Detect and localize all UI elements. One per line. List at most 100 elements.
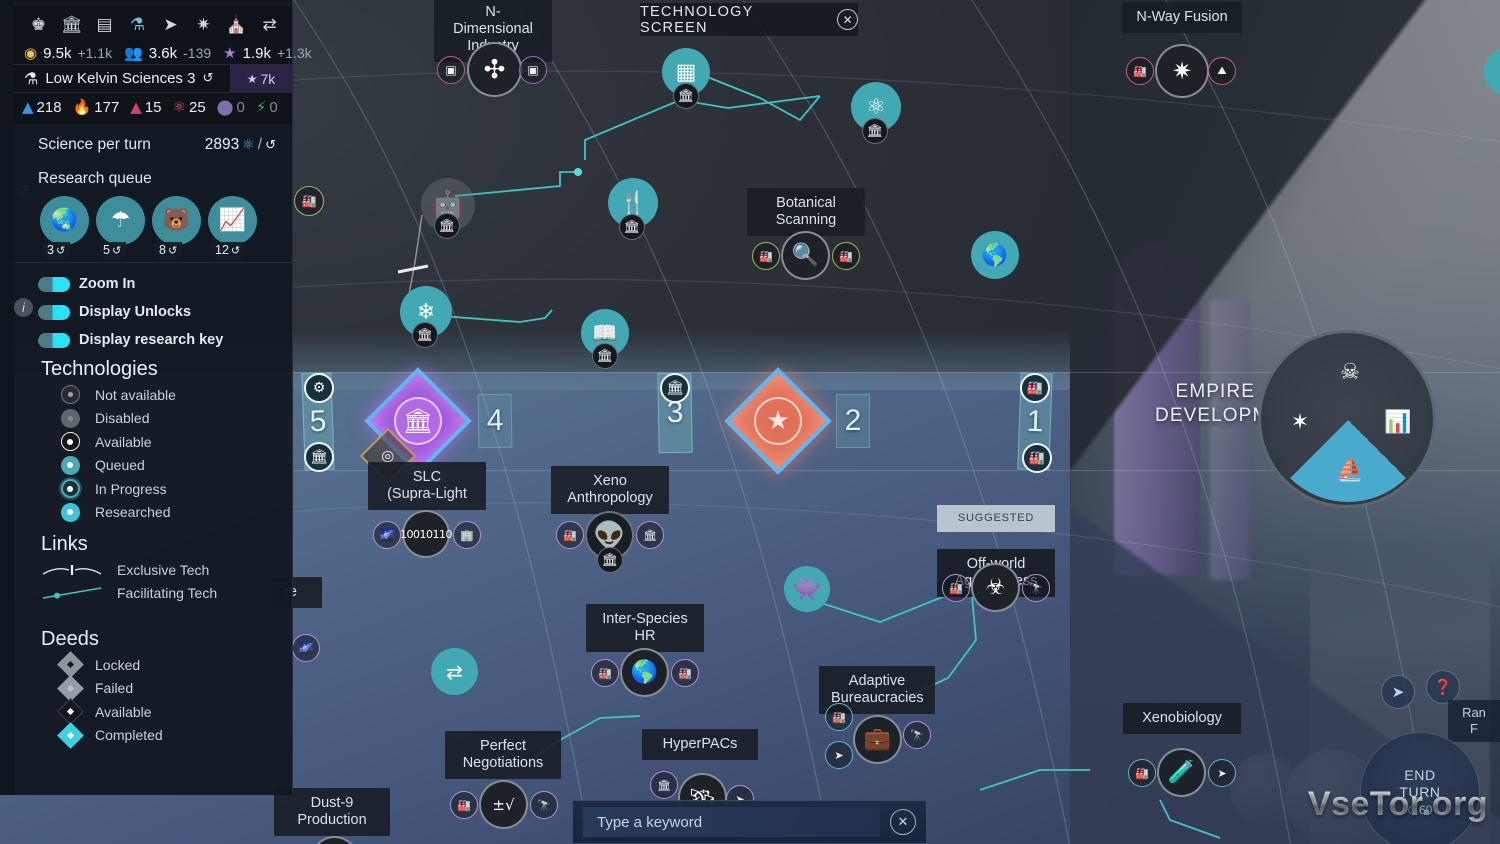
facilitating-link-icon [41,586,103,600]
adamantian-icon: ▲ [130,98,142,116]
unlock-icon[interactable]: 🏢 [453,521,481,549]
military-icon[interactable]: ➤ [154,10,187,40]
empire-development-wheel[interactable]: ☠ ✶ 📊 ⛵ [1258,330,1436,508]
search-input[interactable]: Type a keyword [583,807,880,837]
tech-node-icon[interactable]: 👾 [784,566,830,612]
unlock-icon[interactable]: 🏭 [942,574,970,602]
economy-icon[interactable]: ▤ [88,10,121,40]
science-wheel-icon[interactable]: ✶ [1283,405,1317,439]
toggle-label: Zoom In [79,276,136,292]
toggle-zoom-in[interactable]: Zoom In [38,270,223,298]
unlock-icon[interactable]: ⛰ [1208,57,1236,85]
research-icon[interactable]: ⚗ [121,10,154,40]
tech-node-icon[interactable]: ±√ [479,780,528,829]
adamantian-value: 15 [144,98,162,116]
close-icon[interactable]: ✕ [837,9,858,30]
toggle-display-research-key[interactable]: Display research key [38,326,223,354]
unlock-icon[interactable]: ➤ [825,741,853,769]
tech-node-label: N-Way Fusion [1122,2,1242,33]
tech-node-icon[interactable]: 🔍 [781,231,830,280]
unlock-icon[interactable]: ▣ [519,56,547,84]
influence-value: 1.9k [242,44,271,62]
unlock-icon[interactable]: 🏛 [636,521,664,549]
diplomacy-icon[interactable]: ⇄ [253,10,286,40]
unlock-icon[interactable]: 🌌 [373,521,401,549]
quest-icon[interactable]: ✷ [187,10,220,40]
strategic-resources: ▲ 218 🔥 177 ▲ 15 ⚛ 25 ⬤ 0 ⚡ 0 [14,93,292,119]
tech-node-icon[interactable]: ✣ [467,42,522,97]
unlock-icon[interactable]: 🔭 [530,791,558,819]
unlock-icon[interactable]: 🏛 [650,771,678,799]
research-queue-item[interactable]: 📈 12 ↺ [208,196,257,258]
tech-node-icon[interactable]: 🌎 [620,648,669,697]
pillar-badge-icon: 🏛 [862,118,888,144]
unlock-icon[interactable]: 🔭 [903,721,931,749]
resource-bar: ♚ 🏛 ▤ ⚗ ➤ ✷ ⛪ ⇄ ◉ 9.5k +1.1k 👥 3.6k -139… [14,6,312,124]
bank-icon: 🏛 [304,442,334,472]
government-icon[interactable]: 🏛 [55,10,88,40]
side-panel-label: Ran F [1448,700,1500,742]
watermark: VseTor.org [1307,785,1488,823]
unlock-icon[interactable]: 🏭 [671,659,699,687]
queue-turns-badge: 3 ↺ [42,242,71,258]
toggle-switch[interactable] [38,304,70,320]
military-wheel-icon[interactable]: ☠ [1333,355,1367,389]
tech-node-label: HyperPACs [642,729,758,760]
titanium-icon: ▲ [22,98,34,116]
economy-wheel-icon[interactable]: 📊 [1381,405,1415,439]
tech-node-icon[interactable]: ☣ [971,563,1020,612]
tech-node-icon[interactable]: ⇄ [431,648,478,695]
tech-node-icon[interactable]: 🌎 [971,231,1019,279]
legend-item-deed-locked: Locked [41,651,291,679]
quest-marker-icon[interactable]: ❓ [1426,670,1460,704]
unlock-icon[interactable]: 🏭 [832,242,860,270]
titanium-value: 218 [36,98,62,116]
expansion-wheel-icon[interactable]: ⛵ [1333,453,1367,487]
research-queue-item[interactable]: ☂ 5 ↺ [96,196,145,258]
unlock-icon[interactable]: 🏭 [825,703,853,731]
current-research-row[interactable]: ⚗ Low Kelvin Sciences 3 ↺ ★ 7k [14,64,292,93]
search-bar[interactable]: Type a keyword ✕ [572,800,927,844]
toggle-display-unlocks[interactable]: Display Unlocks [38,298,223,326]
research-queue-item[interactable]: 🌏 3 ↺ [40,196,89,258]
unlock-icon[interactable]: 🔭 [1022,574,1050,602]
unlock-icon[interactable]: ▣ [437,56,465,84]
tech-node-icon[interactable]: ✷ [1155,44,1209,98]
industry-chart-icon: 📈 [208,196,257,245]
display-toggles: Zoom In Display Unlocks Display research… [38,270,223,354]
dust-icon: ◉ [24,44,38,62]
technology-screen-header: TECHNOLOGY SCREEN ✕ [640,3,858,36]
unlock-icon[interactable]: 🏭 [752,242,780,270]
queue-turns-badge: 12 ↺ [210,242,246,258]
unlock-icon[interactable]: 🏭 [556,521,584,549]
empire-icon[interactable]: ♚ [22,10,55,40]
tech-node-icon[interactable]: 🧪 [1157,748,1206,797]
research-queue-item[interactable]: 🐻 8 ↺ [152,196,201,258]
unlock-icon[interactable]: 🏭 [1126,57,1154,85]
clear-search-icon[interactable]: ✕ [890,809,916,835]
tech-node-label: SLC (Supra-Light [368,462,486,510]
legend-item-exclusive-tech: Exclusive Tech [41,558,291,582]
tech-node-label: Xenobiology [1123,703,1241,734]
influence-delta: +1.3k [276,45,312,61]
ship-icon[interactable]: ➤ [1381,675,1415,709]
unlock-icon[interactable]: ➤ [1208,759,1236,787]
era-band-label: 1 [1026,404,1044,438]
victory-icon[interactable]: ⛪ [220,10,253,40]
unlock-icon[interactable]: 🏭 [294,186,324,216]
tech-node-icon[interactable]: 💼 [853,715,902,764]
info-icon[interactable]: i [14,298,33,317]
toggle-label: Display research key [79,332,224,348]
unlock-icon[interactable]: 🏭 [591,659,619,687]
toggle-switch[interactable] [38,332,70,348]
dust-value: 9.5k [43,44,72,62]
toggle-switch[interactable] [38,276,70,292]
pillar-badge-icon: 🏛 [673,83,699,109]
unlock-icon[interactable]: 🌌 [292,634,320,662]
page-title: TECHNOLOGY SCREEN [640,3,754,36]
tech-node-icon[interactable]: 10010110 [400,510,453,558]
legend-item-deed-completed: Completed [41,721,291,749]
unlock-icon[interactable]: 🏭 [1128,759,1156,787]
unlock-icon[interactable]: 🏭 [450,791,478,819]
orichalcix-icon: ⚛ [172,98,186,116]
